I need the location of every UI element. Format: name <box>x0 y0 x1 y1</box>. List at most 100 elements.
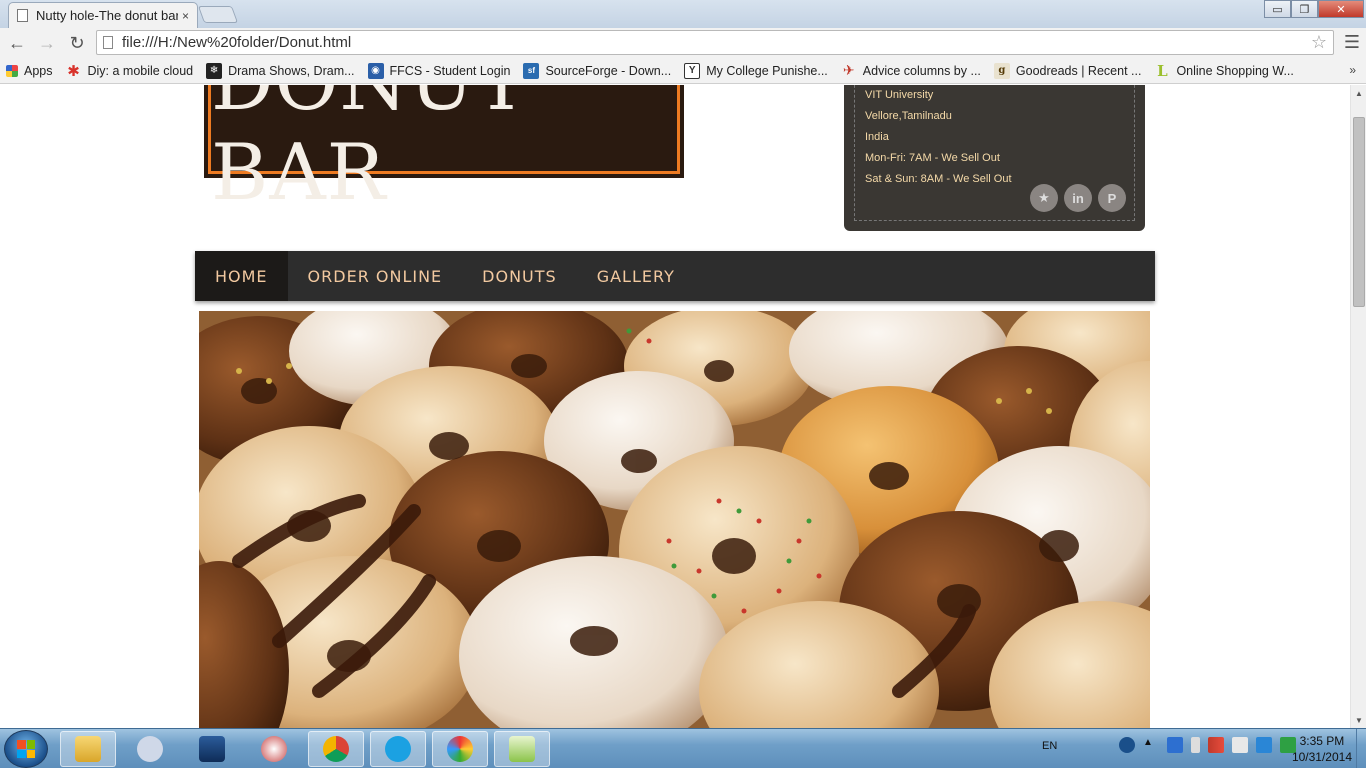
forward-arrow-icon[interactable]: → <box>34 30 60 56</box>
language-indicator[interactable]: EN <box>1042 740 1057 752</box>
nav-order-online[interactable]: ORDER ONLINE <box>288 251 463 301</box>
dropbox-icon[interactable] <box>1256 737 1272 753</box>
taskbar-app-lambda[interactable] <box>122 731 178 767</box>
restore-button[interactable]: ❐ <box>1291 0 1318 18</box>
apps-grid-icon <box>6 64 18 77</box>
show-desktop-button[interactable] <box>1356 729 1366 768</box>
taskbar-skype[interactable] <box>370 731 426 767</box>
start-button[interactable] <box>4 730 48 768</box>
tab-title: Nutty hole-The donut bar <box>36 8 178 23</box>
bookmark-label: Drama Shows, Dram... <box>228 63 355 78</box>
notepad-plus-icon <box>509 736 535 762</box>
taskbar-app-door[interactable] <box>184 731 240 767</box>
social-links: ★ in P <box>1024 184 1126 212</box>
url-text[interactable]: file:///H:/New%20folder/Donut.html <box>122 34 1311 51</box>
scroll-down-arrow-icon[interactable]: ▼ <box>1351 712 1366 728</box>
paint-palette-icon <box>447 736 473 762</box>
bookmark-label: My College Punishe... <box>706 63 828 78</box>
folder-icon <box>75 736 101 762</box>
action-center-icon[interactable] <box>1119 737 1135 753</box>
nav-home[interactable]: HOME <box>195 251 288 301</box>
pinterest-icon[interactable]: P <box>1098 184 1126 212</box>
address-line-city: Vellore,Tamilnadu <box>865 110 952 122</box>
taskbar-paint[interactable] <box>432 731 488 767</box>
scroll-thumb[interactable] <box>1353 117 1365 307</box>
bookmark-college[interactable]: Y My College Punishe... <box>684 62 828 79</box>
chrome-icon <box>323 736 349 762</box>
address-line-country: India <box>865 131 889 143</box>
close-tab-icon[interactable]: × <box>182 9 189 23</box>
lambda-icon <box>137 736 163 762</box>
bookmark-drama[interactable]: ❄ Drama Shows, Dram... <box>206 62 355 79</box>
minimize-button[interactable]: ▭ <box>1264 0 1291 18</box>
taskbar-notepad[interactable] <box>494 731 550 767</box>
page-icon <box>103 36 113 49</box>
taskbar-chrome[interactable] <box>308 731 364 767</box>
tray-expand-icon[interactable]: ▲ <box>1143 737 1159 753</box>
bookmarks-bar: Apps ✱ Diy: a mobile cloud ❄ Drama Shows… <box>0 58 1366 84</box>
bookmark-diy[interactable]: ✱ Diy: a mobile cloud <box>66 62 193 80</box>
bookmark-shopping[interactable]: L Online Shopping W... <box>1154 62 1294 80</box>
window-controls: ▭ ❐ ✕ <box>1264 0 1364 18</box>
taskbar-snipping-tool[interactable] <box>246 731 302 767</box>
system-clock[interactable]: 3:35 PM 10/31/2014 <box>1292 733 1352 765</box>
new-tab-button[interactable] <box>197 6 239 23</box>
title-bar: Nutty hole-The donut bar × ▭ ❐ ✕ <box>0 0 1366 28</box>
star-icon[interactable]: ★ <box>1030 184 1058 212</box>
browser-toolbar: ← → ↻ file:///H:/New%20folder/Donut.html… <box>0 28 1366 58</box>
system-tray: ▲ <box>1111 737 1296 753</box>
main-navigation: HOME ORDER ONLINE DONUTS GALLERY <box>195 251 1155 301</box>
scroll-up-arrow-icon[interactable]: ▲ <box>1351 85 1366 101</box>
bookmark-advice[interactable]: ✈ Advice columns by ... <box>841 62 981 79</box>
battery-icon[interactable] <box>1191 737 1200 753</box>
page-scrollbar[interactable]: ▲ ▼ <box>1350 85 1366 728</box>
nav-gallery[interactable]: GALLERY <box>577 251 695 301</box>
snowflake-icon: ❄ <box>206 62 223 79</box>
bookmark-goodreads[interactable]: g Goodreads | Recent ... <box>993 62 1141 79</box>
taskbar-explorer[interactable] <box>60 731 116 767</box>
back-arrow-icon[interactable]: ← <box>4 30 30 56</box>
close-window-button[interactable]: ✕ <box>1318 0 1364 18</box>
logo-text: DONUT BAR <box>211 85 528 218</box>
bookmark-sourceforge[interactable]: sf SourceForge - Down... <box>523 62 672 79</box>
bookmarks-overflow-icon[interactable]: » <box>1349 63 1356 77</box>
sourceforge-icon: sf <box>523 62 540 79</box>
volume-icon[interactable] <box>1232 737 1248 753</box>
windows-logo-icon <box>17 740 35 758</box>
address-bar[interactable]: file:///H:/New%20folder/Donut.html ☆ <box>96 30 1334 55</box>
contact-info-inner: VIT University Vellore,Tamilnadu India M… <box>854 85 1135 221</box>
skype-icon <box>385 736 411 762</box>
bookmark-label: FFCS - Student Login <box>389 63 511 78</box>
hero-donuts-image <box>199 311 1150 728</box>
advice-icon: ✈ <box>842 62 855 78</box>
linkedin-icon[interactable]: in <box>1064 184 1092 212</box>
tray-app-d-icon[interactable] <box>1167 737 1183 753</box>
contact-info-box: VIT University Vellore,Tamilnadu India M… <box>844 85 1145 231</box>
page-icon <box>17 9 28 22</box>
site-logo[interactable]: DONUT BAR <box>204 85 684 218</box>
clock-time: 3:35 PM <box>1299 734 1345 748</box>
page-viewport: DONUT BAR VIT University Vellore,Tamilna… <box>0 85 1350 728</box>
scissors-icon <box>261 736 287 762</box>
windows-taskbar: EN ▲ 3:35 PM 10/31/2014 <box>0 728 1366 768</box>
ffcs-icon: ◉ <box>367 62 384 79</box>
chrome-menu-icon[interactable]: ☰ <box>1344 32 1360 53</box>
address-line-university: VIT University <box>865 89 934 101</box>
bookmark-label: Apps <box>24 63 53 78</box>
reload-icon[interactable]: ↻ <box>64 30 90 56</box>
bookmark-star-icon[interactable]: ☆ <box>1311 32 1327 53</box>
nav-donuts[interactable]: DONUTS <box>462 251 577 301</box>
browser-tab[interactable]: Nutty hole-The donut bar × <box>8 2 198 28</box>
donuts-illustration <box>199 311 1150 728</box>
clock-date: 10/31/2014 <box>1291 750 1352 764</box>
bookmark-ffcs[interactable]: ◉ FFCS - Student Login <box>367 62 511 79</box>
bookmark-label: Online Shopping W... <box>1176 63 1294 78</box>
red-asterisk-icon: ✱ <box>67 62 80 80</box>
hours-weekday: Mon-Fri: 7AM - We Sell Out <box>865 152 1000 164</box>
bookmark-apps[interactable]: Apps <box>6 64 53 78</box>
goodreads-icon: g <box>993 62 1010 79</box>
bookmark-label: Advice columns by ... <box>862 63 981 78</box>
network-signal-icon[interactable] <box>1208 737 1224 753</box>
y-icon: Y <box>684 62 701 79</box>
bookmark-label: SourceForge - Down... <box>545 63 672 78</box>
